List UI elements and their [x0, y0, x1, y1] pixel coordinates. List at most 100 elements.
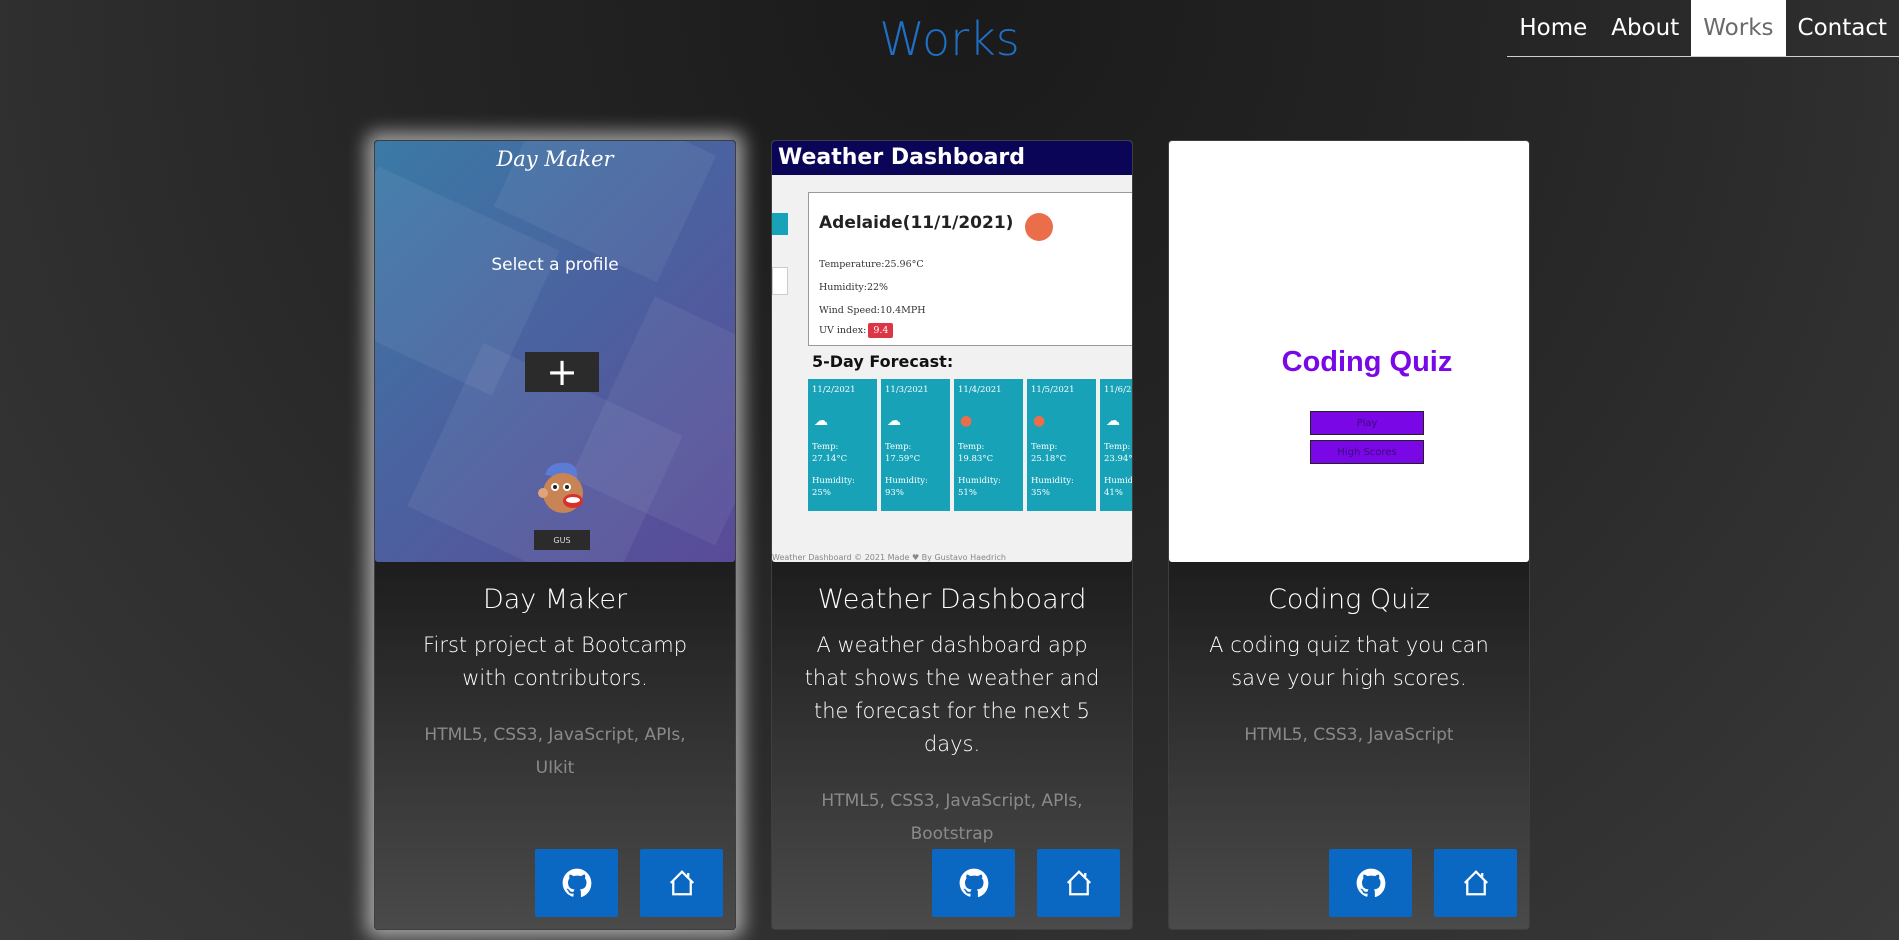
- card-title: Day Maker: [482, 584, 628, 615]
- project-screenshot: Weather Dashboard Adelaide(11/1/2021) Te…: [772, 141, 1132, 562]
- nav-about[interactable]: About: [1599, 0, 1691, 56]
- forecast-temp: Temp: 27.14°C: [812, 441, 847, 465]
- forecast-day: 11/6/2021 ☁ Temp: 23.94°C Humidity: 41%: [1100, 379, 1132, 511]
- screenshot-forecast-title: 5-Day Forecast:: [812, 352, 954, 371]
- cloud-icon: ☁: [1106, 413, 1120, 429]
- screenshot-app-title: Day Maker: [496, 147, 614, 171]
- screenshot-uv: UV index: 9.4: [819, 323, 894, 338]
- forecast-humidity-label: Humidity:: [958, 476, 1001, 486]
- forecast-humidity-label: Humidity:: [812, 476, 855, 486]
- screenshot-temperature: Temperature:25.96°C: [819, 259, 924, 270]
- forecast-temp-value: 19.83°C: [958, 454, 994, 464]
- forecast-day: 11/3/2021 ☁ Temp: 17.59°C Humidity: 93%: [881, 379, 950, 511]
- forecast-temp-label: Temp:: [958, 442, 985, 452]
- forecast-humidity: Humidity: 51%: [958, 475, 1001, 499]
- screenshot-footer: Weather Dashboard © 2021 Made ♥ By Gusta…: [772, 553, 1006, 562]
- card-tech: HTML5, CSS3, JavaScript: [1244, 725, 1454, 745]
- screenshot-wind: Wind Speed:10.4MPH: [819, 305, 926, 316]
- home-icon: [1463, 870, 1488, 896]
- github-icon: [959, 868, 988, 898]
- nav-home[interactable]: Home: [1507, 0, 1599, 56]
- cloud-icon: ☁: [814, 413, 828, 429]
- github-button[interactable]: [535, 849, 618, 917]
- card-description: A coding quiz that you can save your hig…: [1209, 633, 1489, 690]
- nav-works[interactable]: Works: [1691, 0, 1786, 56]
- plus-icon: +: [525, 352, 599, 392]
- screenshot-search-input: [772, 267, 788, 295]
- forecast-temp-label: Temp:: [885, 442, 912, 452]
- screenshot-city: Adelaide(11/1/2021): [819, 213, 1014, 233]
- forecast-temp-label: Temp:: [1104, 442, 1131, 452]
- main-nav: Home About Works Contact: [1507, 0, 1899, 57]
- forecast-temp-value: 25.18°C: [1031, 454, 1067, 464]
- forecast-temp-value: 23.94°C: [1104, 454, 1132, 464]
- forecast-temp-value: 27.14°C: [812, 454, 848, 464]
- project-card-weather-dashboard[interactable]: Weather Dashboard Adelaide(11/1/2021) Te…: [771, 140, 1133, 930]
- project-cards: Day Maker Select a profile + GUS Day Mak…: [374, 140, 1530, 930]
- screenshot-uv-label: UV index:: [819, 325, 867, 336]
- forecast-humidity-value: 51%: [958, 488, 977, 498]
- forecast-humidity-value: 25%: [812, 488, 831, 498]
- forecast-date: 11/2/2021: [812, 385, 856, 395]
- github-icon: [1356, 868, 1385, 898]
- card-tech: HTML5, CSS3, JavaScript, APIs, UIkit: [424, 725, 686, 778]
- forecast-day: 11/4/2021 ● Temp: 19.83°C Humidity: 51%: [954, 379, 1023, 511]
- card-title: Weather Dashboard: [817, 584, 1087, 615]
- card-description: A weather dashboard app that shows the w…: [804, 633, 1100, 756]
- forecast-date: 11/6/2021: [1104, 385, 1132, 395]
- github-button[interactable]: [1329, 849, 1412, 917]
- home-icon: [669, 870, 694, 896]
- card-title: Coding Quiz: [1268, 584, 1430, 615]
- forecast-humidity-value: 41%: [1104, 488, 1123, 498]
- screenshot-play-button: Play: [1310, 411, 1424, 435]
- card-description: First project at Bootcamp with contribut…: [422, 633, 688, 690]
- forecast-humidity-value: 35%: [1031, 488, 1050, 498]
- screenshot-high-scores-button: High Scores: [1310, 440, 1424, 464]
- forecast-temp: Temp: 17.59°C: [885, 441, 920, 465]
- forecast-humidity: Humidity: 41%: [1104, 475, 1132, 499]
- project-card-coding-quiz[interactable]: Coding Quiz Play High Scores Coding Quiz…: [1168, 140, 1530, 930]
- screenshot-select-text: Select a profile: [491, 255, 619, 275]
- forecast-temp: Temp: 19.83°C: [958, 441, 993, 465]
- forecast-temp: Temp: 23.94°C: [1104, 441, 1132, 465]
- screenshot-header: Weather Dashboard: [772, 141, 1132, 175]
- avatar-icon: [538, 462, 583, 513]
- home-button[interactable]: [1434, 849, 1517, 917]
- screenshot-quiz-title: Coding Quiz: [1281, 346, 1453, 378]
- forecast-temp-label: Temp:: [1031, 442, 1058, 452]
- home-button[interactable]: [640, 849, 723, 917]
- forecast-humidity-label: Humidity:: [1031, 476, 1074, 486]
- forecast-humidity: Humidity: 25%: [812, 475, 855, 499]
- screenshot-current-weather: Adelaide(11/1/2021) Temperature:25.96°C …: [808, 192, 1132, 346]
- sun-icon: ●: [960, 413, 973, 429]
- home-button[interactable]: [1037, 849, 1120, 917]
- forecast-humidity-value: 93%: [885, 488, 904, 498]
- forecast-temp-label: Temp:: [812, 442, 839, 452]
- forecast-temp: Temp: 25.18°C: [1031, 441, 1066, 465]
- forecast-date: 11/4/2021: [958, 385, 1002, 395]
- sun-icon: ●: [1033, 413, 1046, 429]
- forecast-day: 11/5/2021 ● Temp: 25.18°C Humidity: 35%: [1027, 379, 1096, 511]
- screenshot-humidity: Humidity:22%: [819, 282, 889, 293]
- github-icon: [562, 868, 591, 898]
- forecast-humidity-label: Humidity:: [1104, 476, 1132, 486]
- project-screenshot: Coding Quiz Play High Scores: [1169, 141, 1529, 562]
- forecast-day: 11/2/2021 ☁ Temp: 27.14°C Humidity: 25%: [808, 379, 877, 511]
- forecast-date: 11/3/2021: [885, 385, 929, 395]
- nav-contact[interactable]: Contact: [1786, 0, 1899, 56]
- screenshot-uv-value: 9.4: [868, 323, 894, 338]
- screenshot-profile-name: GUS: [534, 530, 590, 550]
- rain-cloud-icon: ☁: [887, 413, 901, 429]
- screenshot-forecast: 11/2/2021 ☁ Temp: 27.14°C Humidity: 25% 11…: [808, 379, 1132, 511]
- home-icon: [1066, 870, 1091, 896]
- project-card-day-maker[interactable]: Day Maker Select a profile + GUS Day Mak…: [374, 140, 736, 930]
- card-tech: HTML5, CSS3, JavaScript, APIs, Bootstrap: [821, 791, 1083, 844]
- project-screenshot: Day Maker Select a profile + GUS: [375, 141, 735, 562]
- forecast-humidity: Humidity: 93%: [885, 475, 928, 499]
- forecast-temp-value: 17.59°C: [885, 454, 921, 464]
- forecast-humidity: Humidity: 35%: [1031, 475, 1074, 499]
- github-button[interactable]: [932, 849, 1015, 917]
- forecast-humidity-label: Humidity:: [885, 476, 928, 486]
- search-icon: [772, 213, 788, 235]
- forecast-date: 11/5/2021: [1031, 385, 1075, 395]
